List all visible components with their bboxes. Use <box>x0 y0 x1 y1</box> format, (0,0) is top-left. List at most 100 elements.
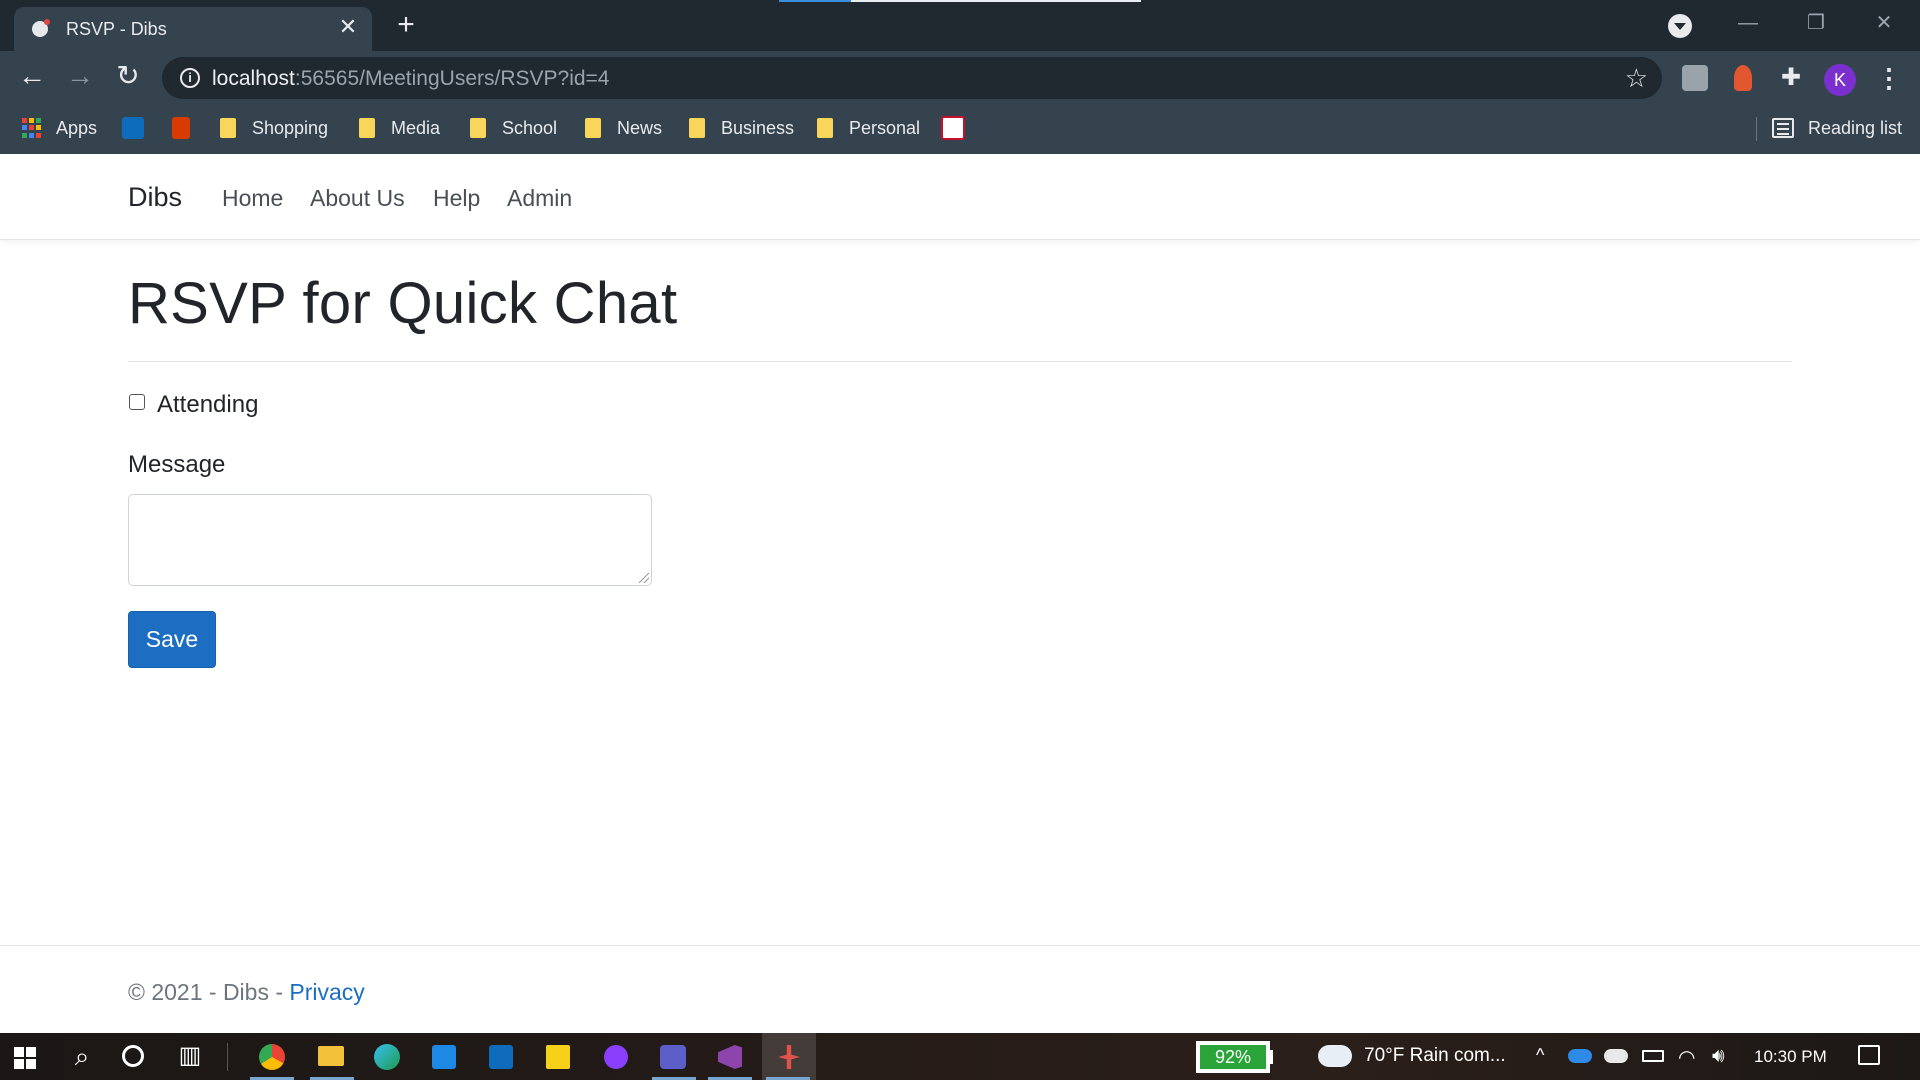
folder-icon <box>689 118 705 138</box>
back-button[interactable]: ← <box>14 59 50 95</box>
extension-icon[interactable] <box>1734 65 1752 91</box>
weather-cloud-icon[interactable] <box>1318 1045 1352 1067</box>
battery-tray-icon[interactable] <box>1642 1050 1664 1062</box>
search-icon[interactable]: ⌕ <box>66 1041 98 1073</box>
nav-link-about-us[interactable]: About Us <box>310 185 405 212</box>
tray-overflow-icon[interactable]: ^ <box>1536 1045 1544 1066</box>
bookmark-star-icon[interactable]: ☆ <box>1625 63 1648 94</box>
profile-avatar[interactable]: K <box>1824 64 1856 96</box>
weather-text[interactable]: 70°F Rain com... <box>1364 1045 1506 1067</box>
file-explorer-icon[interactable] <box>318 1046 344 1066</box>
page-title: RSVP for Quick Chat <box>128 271 678 336</box>
bookmark-apps[interactable]: Apps <box>22 115 97 141</box>
site-footer: © 2021 - Dibs - Privacy <box>0 945 1920 1033</box>
teams-icon[interactable] <box>660 1045 686 1069</box>
save-button[interactable]: Save <box>128 611 216 668</box>
folder-icon <box>585 118 601 138</box>
extension-icon[interactable] <box>1682 65 1708 91</box>
reading-list-button[interactable]: Reading list <box>1772 115 1902 141</box>
outlook-icon[interactable] <box>489 1045 513 1069</box>
privacy-link[interactable]: Privacy <box>289 979 364 1005</box>
nav-link-help[interactable]: Help <box>433 185 480 212</box>
folder-icon <box>817 118 833 138</box>
site-info-icon[interactable]: i <box>180 68 200 88</box>
bookmark-university[interactable] <box>941 115 965 141</box>
attending-checkbox[interactable] <box>129 394 145 410</box>
reading-list-label: Reading list <box>1808 117 1903 138</box>
loading-indicator-track <box>851 0 1141 2</box>
sticky-notes-icon[interactable] <box>546 1045 570 1069</box>
browser-tab[interactable]: RSVP - Dibs ✕ <box>14 7 372 51</box>
title-divider <box>128 361 1792 362</box>
bookmark-label: News <box>617 117 663 138</box>
bookmark-label: School <box>502 117 558 138</box>
forward-button[interactable]: → <box>62 59 98 95</box>
browser-menu-icon[interactable]: ⋮ <box>1876 63 1902 95</box>
new-tab-button[interactable]: + <box>390 10 422 42</box>
folder-icon <box>359 118 375 138</box>
nav-link-home[interactable]: Home <box>222 185 283 212</box>
browser-toolbar: ← → ↻ i localhost:56565/MeetingUsers/RSV… <box>0 51 1920 105</box>
copyright-text: © 2021 - Dibs - <box>128 979 290 1005</box>
message-textarea[interactable] <box>128 494 652 586</box>
bookmark-outlook[interactable] <box>122 115 144 141</box>
tab-close-icon[interactable]: ✕ <box>336 15 360 39</box>
tab-search-button[interactable] <box>1668 14 1692 38</box>
minimize-button[interactable]: — <box>1726 8 1770 38</box>
attending-label[interactable]: Attending <box>157 391 258 419</box>
bookmark-office[interactable] <box>172 115 190 141</box>
onedrive-icon[interactable] <box>1568 1049 1592 1063</box>
bookmark-label: Personal <box>849 117 921 138</box>
chrome-icon[interactable] <box>259 1044 285 1070</box>
cortana-icon[interactable] <box>122 1045 144 1067</box>
bookmark-folder-business[interactable]: Business <box>689 115 794 141</box>
tab-title: RSVP - Dibs <box>66 19 167 39</box>
github-icon[interactable] <box>604 1045 628 1069</box>
address-bar[interactable]: i localhost:56565/MeetingUsers/RSVP?id=4… <box>162 57 1662 99</box>
tab-strip: RSVP - Dibs ✕ + — ❐ ✕ <box>0 0 1920 51</box>
folder-icon <box>220 118 236 138</box>
battery-widget[interactable]: 92% <box>1196 1041 1270 1073</box>
visual-studio-icon[interactable] <box>718 1045 742 1069</box>
footer-text: © 2021 - Dibs - Privacy <box>128 979 365 1006</box>
reading-list-icon <box>1772 118 1794 138</box>
windows-start-icon[interactable] <box>14 1047 36 1069</box>
taskbar-divider <box>227 1043 228 1071</box>
clock[interactable]: 10:30 PM <box>1754 1047 1827 1067</box>
site-navbar: Dibs Home About Us Help Admin <box>0 154 1920 240</box>
browser-chrome: RSVP - Dibs ✕ + — ❐ ✕ ← → ↻ i localhost:… <box>0 0 1920 154</box>
bookmark-folder-news[interactable]: News <box>585 115 662 141</box>
bookmark-label: Shopping <box>252 117 329 138</box>
close-window-button[interactable]: ✕ <box>1862 8 1906 38</box>
resize-handle-icon[interactable] <box>639 573 649 583</box>
wifi-icon[interactable]: ◠ <box>1678 1045 1695 1070</box>
reload-button[interactable]: ↻ <box>110 59 146 95</box>
bookmarks-bar: Apps Shopping Media School News Business <box>0 105 1920 151</box>
edge-icon[interactable] <box>374 1044 400 1070</box>
battery-nub <box>1269 1050 1273 1064</box>
bookmarks-divider <box>1756 117 1757 141</box>
restore-button[interactable]: ❐ <box>1794 8 1838 38</box>
bookmark-folder-school[interactable]: School <box>470 115 557 141</box>
bookmark-folder-media[interactable]: Media <box>359 115 440 141</box>
onedrive-personal-icon[interactable] <box>1604 1049 1628 1063</box>
calendar-icon[interactable] <box>432 1045 456 1069</box>
puzzle-icon[interactable]: ✚ <box>1778 65 1804 91</box>
battery-percent: 92% <box>1200 1045 1266 1069</box>
bookmark-folder-personal[interactable]: Personal <box>817 115 920 141</box>
navbar-brand[interactable]: Dibs <box>128 182 182 213</box>
bookmark-label: Business <box>721 117 795 138</box>
bookmark-folder-shopping[interactable]: Shopping <box>220 115 328 141</box>
url-path: :56565/MeetingUsers/RSVP?id=4 <box>294 67 610 90</box>
url-text[interactable]: localhost:56565/MeetingUsers/RSVP?id=4 <box>212 67 610 91</box>
office-icon <box>172 117 190 139</box>
outlook-icon <box>122 117 144 139</box>
loading-indicator <box>779 0 851 2</box>
volume-icon[interactable]: 🔊︎ <box>1712 1045 1725 1068</box>
tab-favicon-icon <box>32 19 50 37</box>
windows-taskbar: ⌕ ▥ 92% 70°F Rain com... ^ ◠ 🔊︎ 10:30 PM <box>0 1033 1920 1080</box>
nav-link-admin[interactable]: Admin <box>507 185 572 212</box>
notification-center-icon[interactable] <box>1858 1045 1880 1065</box>
task-view-icon[interactable]: ▥ <box>174 1041 206 1073</box>
bookmark-label: Apps <box>56 117 98 138</box>
